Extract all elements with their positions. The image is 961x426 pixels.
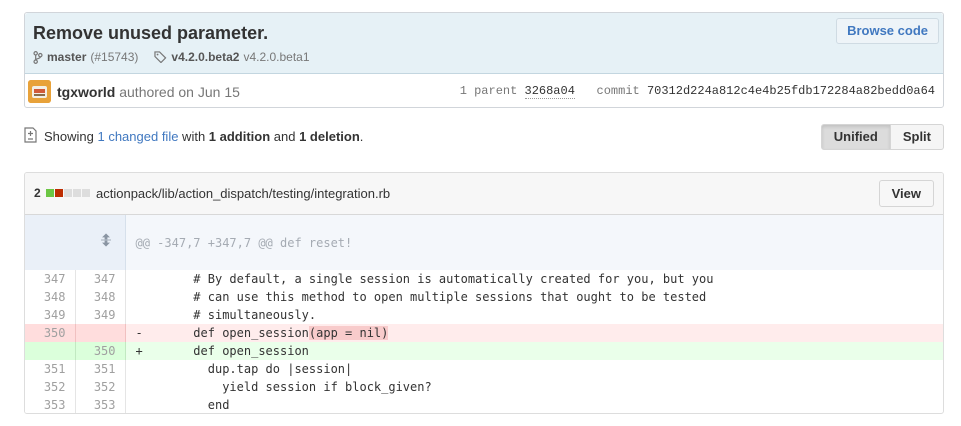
deleted-highlight: (app = nil) xyxy=(308,326,389,340)
showing-text: Showing xyxy=(44,129,98,144)
new-line-number[interactable]: 348 xyxy=(75,288,126,306)
code-line: dup.tap do |session| xyxy=(135,362,353,376)
commit-meta: tgxworld authored on Jun 15 1 parent 326… xyxy=(25,74,943,107)
author-name[interactable]: tgxworld xyxy=(57,84,115,100)
added-line: 350 + def open_session xyxy=(25,342,943,360)
new-line-number[interactable]: 353 xyxy=(75,396,126,413)
diffstat: 2 xyxy=(34,186,90,200)
diffstat-neutral-block xyxy=(72,189,81,197)
file-header: 2 actionpack/lib/action_dispatch/testing… xyxy=(25,173,943,215)
deleted-line: 350 - def open_session(app = nil) xyxy=(25,324,943,342)
file-path[interactable]: actionpack/lib/action_dispatch/testing/i… xyxy=(96,186,390,201)
context-line: 347 347 # By default, a single session is… xyxy=(25,270,943,288)
parent-sha-link[interactable]: 3268a04 xyxy=(524,84,575,99)
browse-code-button[interactable]: Browse code xyxy=(836,18,939,44)
code-line: yield session if block_given? xyxy=(135,380,432,394)
code-text: - def open_session xyxy=(135,326,309,340)
additions-count: 1 addition xyxy=(208,129,271,144)
diff-summary-text: Showing 1 changed file with 1 addition a… xyxy=(44,129,363,144)
new-line-number[interactable] xyxy=(75,324,126,342)
branch-line: master (#15743) v4.2.0.beta2 v4.2.0.beta… xyxy=(33,50,310,64)
file-diff: 2 actionpack/lib/action_dispatch/testing… xyxy=(24,172,944,414)
and-text: and xyxy=(270,129,300,144)
new-line-number[interactable]: 350 xyxy=(75,342,126,360)
code-line: # can use this method to open multiple s… xyxy=(135,290,707,304)
changed-files-link[interactable]: 1 changed file xyxy=(97,129,178,144)
diffstat-count: 2 xyxy=(34,186,41,200)
context-line: 351 351 dup.tap do |session| xyxy=(25,360,943,378)
split-button[interactable]: Split xyxy=(890,124,944,150)
branch-icon xyxy=(33,50,43,64)
context-line: 353 353 end xyxy=(25,396,943,413)
authored-date: authored on Jun 15 xyxy=(119,84,240,100)
diffstat-blocks xyxy=(45,189,90,197)
diff-summary: Showing 1 changed file with 1 addition a… xyxy=(24,124,944,152)
tag-other[interactable]: v4.2.0.beta1 xyxy=(243,50,309,64)
deletions-count: 1 deletion xyxy=(299,129,360,144)
branch-name[interactable]: master xyxy=(47,50,86,64)
sha-block: 1 parent 3268a04 commit 70312d224a812c4e… xyxy=(459,84,935,99)
old-line-number[interactable]: 347 xyxy=(25,270,76,288)
hunk-header-row: @@ -347,7 +347,7 @@ def reset! xyxy=(25,215,943,270)
view-file-button[interactable]: View xyxy=(878,180,934,207)
period-text: . xyxy=(359,129,364,144)
commit-sha: 70312d224a812c4e4b25fdb172284a82bedd0a64 xyxy=(646,84,935,98)
context-line: 348 348 # can use this method to open mul… xyxy=(25,288,943,306)
diff-table: @@ -347,7 +347,7 @@ def reset! 347 347 # … xyxy=(25,215,943,413)
diffstat-add-block xyxy=(45,189,54,197)
commit-title: Remove unused parameter. xyxy=(33,23,269,43)
unified-button[interactable]: Unified xyxy=(820,124,891,150)
author-line: tgxworld authored on Jun 15 xyxy=(57,84,240,100)
code-line: - def open_session(app = nil) xyxy=(125,324,943,342)
new-line-number[interactable]: 349 xyxy=(75,306,126,324)
new-line-number[interactable]: 351 xyxy=(75,360,126,378)
avatar[interactable] xyxy=(28,80,51,103)
old-line-number[interactable]: 353 xyxy=(25,396,76,413)
tag-main[interactable]: v4.2.0.beta2 xyxy=(171,50,239,64)
old-line-number[interactable]: 352 xyxy=(25,378,76,396)
file-diff-icon[interactable] xyxy=(24,127,37,143)
code-line: end xyxy=(135,398,230,412)
old-line-number[interactable]: 350 xyxy=(25,324,76,342)
pr-number[interactable]: (#15743) xyxy=(90,50,138,64)
commit-box: Remove unused parameter. Browse code mas… xyxy=(24,12,944,108)
hunk-header: @@ -347,7 +347,7 @@ def reset! xyxy=(125,215,943,270)
diffstat-neutral-block xyxy=(63,189,72,197)
old-line-number[interactable]: 348 xyxy=(25,288,76,306)
context-line: 352 352 yield session if block_given? xyxy=(25,378,943,396)
old-line-number[interactable] xyxy=(25,342,76,360)
context-line: 349 349 # simultaneously. xyxy=(25,306,943,324)
expand-up-icon[interactable] xyxy=(25,215,126,270)
diff-view-toggle: Unified Split xyxy=(820,124,944,150)
with-text: with xyxy=(178,129,209,144)
tag-icon xyxy=(154,51,167,63)
old-line-number[interactable]: 351 xyxy=(25,360,76,378)
diffstat-del-block xyxy=(54,189,63,197)
new-line-number[interactable]: 352 xyxy=(75,378,126,396)
code-line: + def open_session xyxy=(125,342,943,360)
diffstat-neutral-block xyxy=(81,189,90,197)
new-line-number[interactable]: 347 xyxy=(75,270,126,288)
old-line-number[interactable]: 349 xyxy=(25,306,76,324)
code-line: # By default, a single session is automa… xyxy=(135,272,714,286)
commit-label: commit xyxy=(596,84,640,98)
code-line: # simultaneously. xyxy=(135,308,317,322)
commit-header: Remove unused parameter. Browse code mas… xyxy=(25,13,943,74)
parent-label: 1 parent xyxy=(459,84,518,98)
